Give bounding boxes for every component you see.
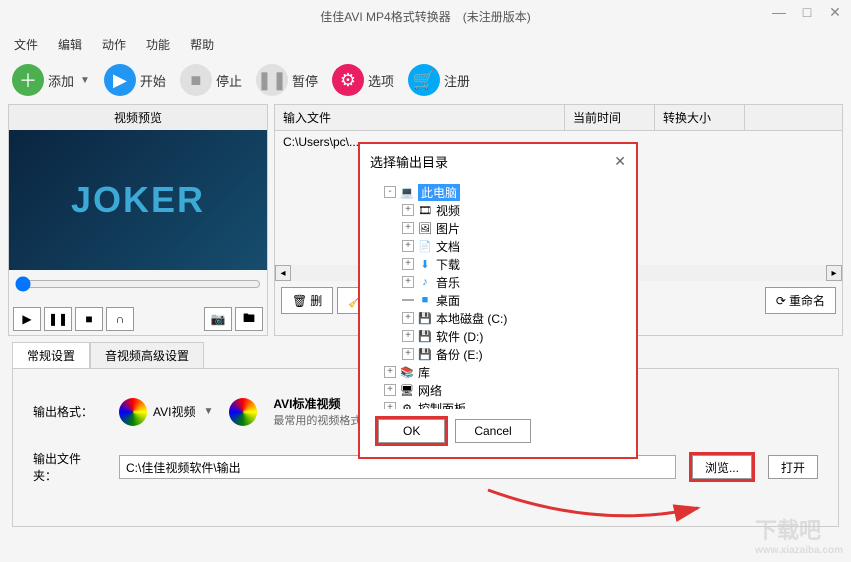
preview-thumbnail: JOKER [9,130,267,270]
folder-dialog: 选择输出目录 ✕ -💻此电脑 +🎞视频 +🖼图片 +📄文档 +⬇下载 +♪音乐 … [358,142,638,459]
close-icon[interactable]: ✕ [827,4,843,21]
tree-pictures[interactable]: 图片 [436,220,460,237]
seek-slider[interactable] [15,276,261,292]
menubar: 文件 编辑 动作 功能 帮助 [0,32,851,56]
dialog-title: 选择输出目录 [370,152,448,171]
rename-button[interactable]: ⟳重命名 [765,287,836,314]
format-icon [229,398,257,426]
gear-icon: ⚙ [332,64,364,96]
menu-action[interactable]: 动作 [96,34,132,55]
format-icon [119,398,147,426]
cart-icon: 🛒 [408,64,440,96]
browse-button[interactable]: 浏览... [692,455,752,479]
tree-disk-c[interactable]: 本地磁盘 (C:) [436,310,507,327]
menu-func[interactable]: 功能 [140,34,176,55]
scroll-right-icon[interactable]: ▸ [826,265,842,281]
output-folder-label: 输出文件夹： [33,450,103,484]
preview-title: 视频预览 [9,105,267,130]
pause-button-small[interactable]: ❚❚ [44,307,72,331]
register-button[interactable]: 🛒 注册 [408,64,470,96]
scroll-left-icon[interactable]: ◂ [275,265,291,281]
col-size: 转换大小 [655,105,745,130]
play-icon: ▶ [104,64,136,96]
play-button[interactable]: ▶ [13,307,41,331]
open-button[interactable]: 打开 [768,455,818,479]
menu-file[interactable]: 文件 [8,34,44,55]
options-button[interactable]: ⚙ 选项 [332,64,394,96]
tree-music[interactable]: 音乐 [436,274,460,291]
tab-general[interactable]: 常规设置 [12,342,90,368]
add-button[interactable]: ＋ 添加 ▼ [12,64,90,96]
tree-libraries[interactable]: 库 [418,364,430,381]
app-title: 佳佳AVI MP4格式转换器 (未注册版本) [320,8,530,25]
menu-edit[interactable]: 编辑 [52,34,88,55]
tree-disk-e[interactable]: 备份 (E:) [436,346,483,363]
stop-button[interactable]: ■ 停止 [180,64,242,96]
preview-panel: 视频预览 JOKER ▶ ❚❚ ■ ∩ 📷 🖿 [8,104,268,336]
ok-button[interactable]: OK [378,419,445,443]
plus-icon: ＋ [12,64,44,96]
output-format-label: 输出格式： [33,403,103,420]
toolbar: ＋ 添加 ▼ ▶ 开始 ■ 停止 ❚❚ 暂停 ⚙ 选项 🛒 注册 [0,56,851,104]
col-input: 输入文件 [275,105,565,130]
minimize-icon[interactable]: — [771,4,787,21]
chevron-down-icon: ▼ [80,75,90,86]
menu-help[interactable]: 帮助 [184,34,220,55]
format-desc-title: AVI标准视频 [273,397,340,411]
folder-tree[interactable]: -💻此电脑 +🎞视频 +🖼图片 +📄文档 +⬇下载 +♪音乐 ■桌面 +💾本地磁… [360,179,636,409]
tree-downloads[interactable]: 下载 [436,256,460,273]
tree-desktop[interactable]: 桌面 [436,292,460,309]
delete-button[interactable]: 🗑删 [281,287,333,314]
tree-videos[interactable]: 视频 [436,202,460,219]
cancel-button[interactable]: Cancel [455,419,530,443]
tree-control-panel[interactable]: 控制面板 [418,400,466,410]
start-button[interactable]: ▶ 开始 [104,64,166,96]
titlebar: 佳佳AVI MP4格式转换器 (未注册版本) — □ ✕ [0,0,851,32]
pause-button[interactable]: ❚❚ 暂停 [256,64,318,96]
tab-av-advanced[interactable]: 音视频高级设置 [90,342,204,368]
stop-icon: ■ [180,64,212,96]
chevron-down-icon: ▼ [203,406,213,417]
tree-this-pc[interactable]: 此电脑 [418,184,460,201]
maximize-icon[interactable]: □ [799,4,815,21]
folder-button[interactable]: 🖿 [235,307,263,331]
tree-disk-d[interactable]: 软件 (D:) [436,328,483,345]
tree-network[interactable]: 网络 [418,382,442,399]
dialog-close-icon[interactable]: ✕ [614,153,626,170]
output-format-combo[interactable]: AVI视频 ▼ [119,398,213,426]
snapshot-button[interactable]: 📷 [204,307,232,331]
pause-icon: ❚❚ [256,64,288,96]
stop-button-small[interactable]: ■ [75,307,103,331]
loop-button[interactable]: ∩ [106,307,134,331]
watermark: 下载吧www.xiazaiba.com [755,513,843,556]
col-time: 当前时间 [565,105,655,130]
tree-documents[interactable]: 文档 [436,238,460,255]
